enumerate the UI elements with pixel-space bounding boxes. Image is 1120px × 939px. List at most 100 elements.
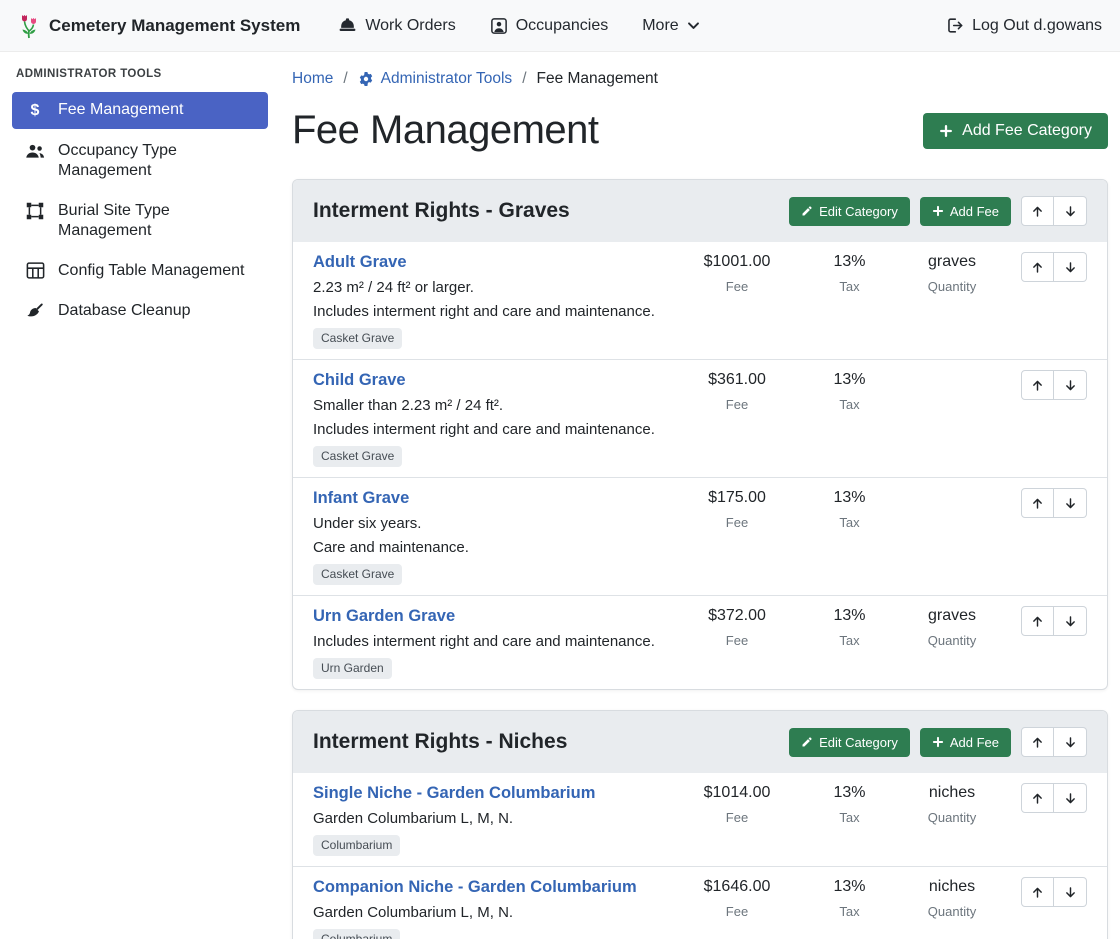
fee-type-badge: Casket Grave (313, 446, 402, 467)
fee-description: Under six years. (313, 515, 660, 532)
fee-reorder-controls (1021, 606, 1087, 636)
navbar-left: Cemetery Management System Work Orders (18, 13, 700, 39)
main-content: Home / Administrator Tools / Fee Managem… (280, 52, 1120, 939)
fee-amount-value: $175.00 (672, 488, 802, 507)
add-fee-category-label: Add Fee Category (962, 122, 1092, 140)
fee-category-header: Interment Rights - Graves Edit Category (293, 180, 1107, 242)
fee-amount-label: Fee (672, 515, 802, 530)
fee-amount-label: Fee (672, 397, 802, 412)
fee-type-badge: Columbarium (313, 835, 400, 856)
fee-category-title: Interment Rights - Graves (313, 199, 779, 223)
fee-tax-column: 13% Tax (802, 783, 897, 825)
move-category-down-button[interactable] (1054, 196, 1087, 226)
navbar-links: Work Orders Occupancies More (338, 16, 699, 35)
nav-more[interactable]: More (642, 17, 699, 35)
fee-amount-label: Fee (672, 904, 802, 919)
fee-type-badge: Casket Grave (313, 564, 402, 585)
plus-icon (932, 205, 944, 217)
breadcrumb-home-link[interactable]: Home (292, 70, 333, 88)
move-fee-down-button[interactable] (1054, 877, 1087, 907)
sidebar-item-occupancy-type-management[interactable]: Occupancy Type Management (12, 133, 268, 189)
arrow-down-icon (1064, 615, 1077, 628)
page-title: Fee Management (292, 108, 599, 153)
nav-occupancies-label: Occupancies (516, 17, 609, 35)
move-fee-down-button[interactable] (1054, 488, 1087, 518)
move-fee-up-button[interactable] (1021, 606, 1054, 636)
fee-name-link[interactable]: Child Grave (313, 370, 406, 390)
fee-name-link[interactable]: Infant Grave (313, 488, 409, 508)
sidebar-item-fee-management[interactable]: $ Fee Management (12, 92, 268, 129)
sidebar-item-label: Burial Site Type Management (58, 201, 256, 241)
edit-category-button[interactable]: Edit Category (789, 197, 910, 226)
logout-link[interactable]: Log Out d.gowans (945, 16, 1102, 35)
fee-name-link[interactable]: Urn Garden Grave (313, 606, 455, 626)
fee-amount-value: $1014.00 (672, 783, 802, 802)
add-fee-label: Add Fee (950, 204, 999, 219)
move-category-up-button[interactable] (1021, 196, 1054, 226)
fee-quantity-column (897, 488, 1007, 530)
fee-description: 2.23 m² / 24 ft² or larger. (313, 279, 660, 296)
fee-amount-column: $372.00 Fee (672, 606, 802, 648)
fee-amount-label: Fee (672, 810, 802, 825)
fee-info: Child Grave Smaller than 2.23 m² / 24 ft… (313, 370, 672, 467)
vector-square-icon (24, 202, 46, 220)
page-header: Fee Management Add Fee Category (292, 108, 1108, 153)
move-fee-down-button[interactable] (1054, 606, 1087, 636)
fee-tax-label: Tax (802, 810, 897, 825)
fee-list: Adult Grave 2.23 m² / 24 ft² or larger. I… (293, 242, 1107, 689)
sidebar-item-config-table-management[interactable]: Config Table Management (12, 253, 268, 289)
move-category-up-button[interactable] (1021, 727, 1054, 757)
brand-link[interactable]: Cemetery Management System (18, 13, 300, 39)
move-fee-down-button[interactable] (1054, 370, 1087, 400)
move-category-down-button[interactable] (1054, 727, 1087, 757)
move-fee-up-button[interactable] (1021, 252, 1054, 282)
fee-reorder-controls (1021, 877, 1087, 907)
brand-title: Cemetery Management System (49, 16, 300, 36)
fee-quantity-value: niches (897, 877, 1007, 896)
fee-quantity-value (897, 488, 1007, 507)
sidebar-item-database-cleanup[interactable]: Database Cleanup (12, 293, 268, 329)
fee-info: Infant Grave Under six years.Care and ma… (313, 488, 672, 585)
fee-name-link[interactable]: Companion Niche - Garden Columbarium (313, 877, 637, 897)
fee-list: Single Niche - Garden Columbarium Garden… (293, 773, 1107, 939)
add-fee-button[interactable]: Add Fee (920, 197, 1011, 226)
fee-tax-value: 13% (802, 252, 897, 271)
pencil-icon (801, 736, 813, 748)
sidebar-item-label: Config Table Management (58, 261, 245, 281)
fee-quantity-column (897, 370, 1007, 412)
fee-quantity-label (897, 515, 1007, 530)
logout-label: Log Out d.gowans (972, 17, 1102, 35)
fee-description: Includes interment right and care and ma… (313, 633, 660, 650)
fee-amount-label: Fee (672, 279, 802, 294)
add-fee-category-button[interactable]: Add Fee Category (923, 113, 1108, 149)
sidebar-item-label: Database Cleanup (58, 301, 191, 321)
fee-description: Garden Columbarium L, M, N. (313, 904, 660, 921)
fee-category-title: Interment Rights - Niches (313, 730, 779, 754)
move-fee-down-button[interactable] (1054, 252, 1087, 282)
add-fee-button[interactable]: Add Fee (920, 728, 1011, 757)
fee-reorder-controls (1021, 252, 1087, 282)
arrow-down-icon (1064, 261, 1077, 274)
sidebar-item-burial-site-type-management[interactable]: Burial Site Type Management (12, 193, 268, 249)
fee-name-link[interactable]: Adult Grave (313, 252, 407, 272)
arrow-up-icon (1031, 792, 1044, 805)
nav-work-orders[interactable]: Work Orders (338, 16, 455, 35)
fee-info: Adult Grave 2.23 m² / 24 ft² or larger.I… (313, 252, 672, 349)
move-fee-up-button[interactable] (1021, 370, 1054, 400)
fee-amount-value: $1646.00 (672, 877, 802, 896)
edit-category-button[interactable]: Edit Category (789, 728, 910, 757)
fee-tax-label: Tax (802, 279, 897, 294)
move-fee-up-button[interactable] (1021, 783, 1054, 813)
move-fee-up-button[interactable] (1021, 488, 1054, 518)
hard-hat-icon (338, 16, 357, 35)
nav-occupancies[interactable]: Occupancies (490, 17, 609, 35)
fee-name-link[interactable]: Single Niche - Garden Columbarium (313, 783, 595, 803)
fee-row: Infant Grave Under six years.Care and ma… (293, 477, 1107, 595)
move-fee-up-button[interactable] (1021, 877, 1054, 907)
move-fee-down-button[interactable] (1054, 783, 1087, 813)
top-navbar: Cemetery Management System Work Orders (0, 0, 1120, 52)
pencil-icon (801, 205, 813, 217)
arrow-up-icon (1031, 497, 1044, 510)
fee-quantity-value: graves (897, 606, 1007, 625)
breadcrumb-admin-tools-link[interactable]: Administrator Tools (358, 70, 513, 88)
